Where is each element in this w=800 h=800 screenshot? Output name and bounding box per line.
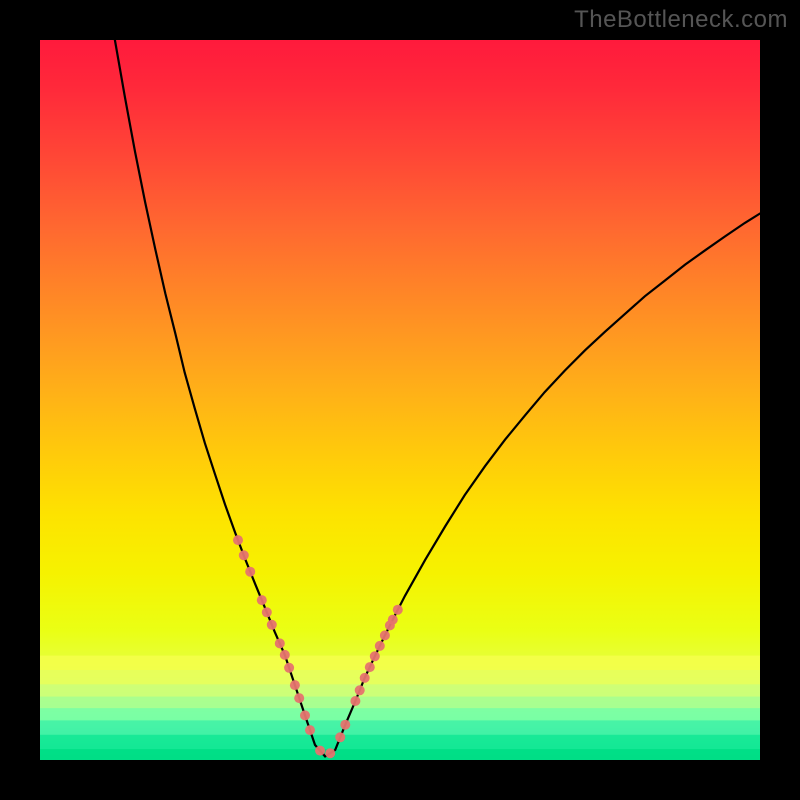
chart-plot <box>40 40 760 760</box>
curve-markers <box>233 535 403 758</box>
bottleneck-curve <box>115 40 760 756</box>
watermark-text: TheBottleneck.com <box>574 6 788 34</box>
